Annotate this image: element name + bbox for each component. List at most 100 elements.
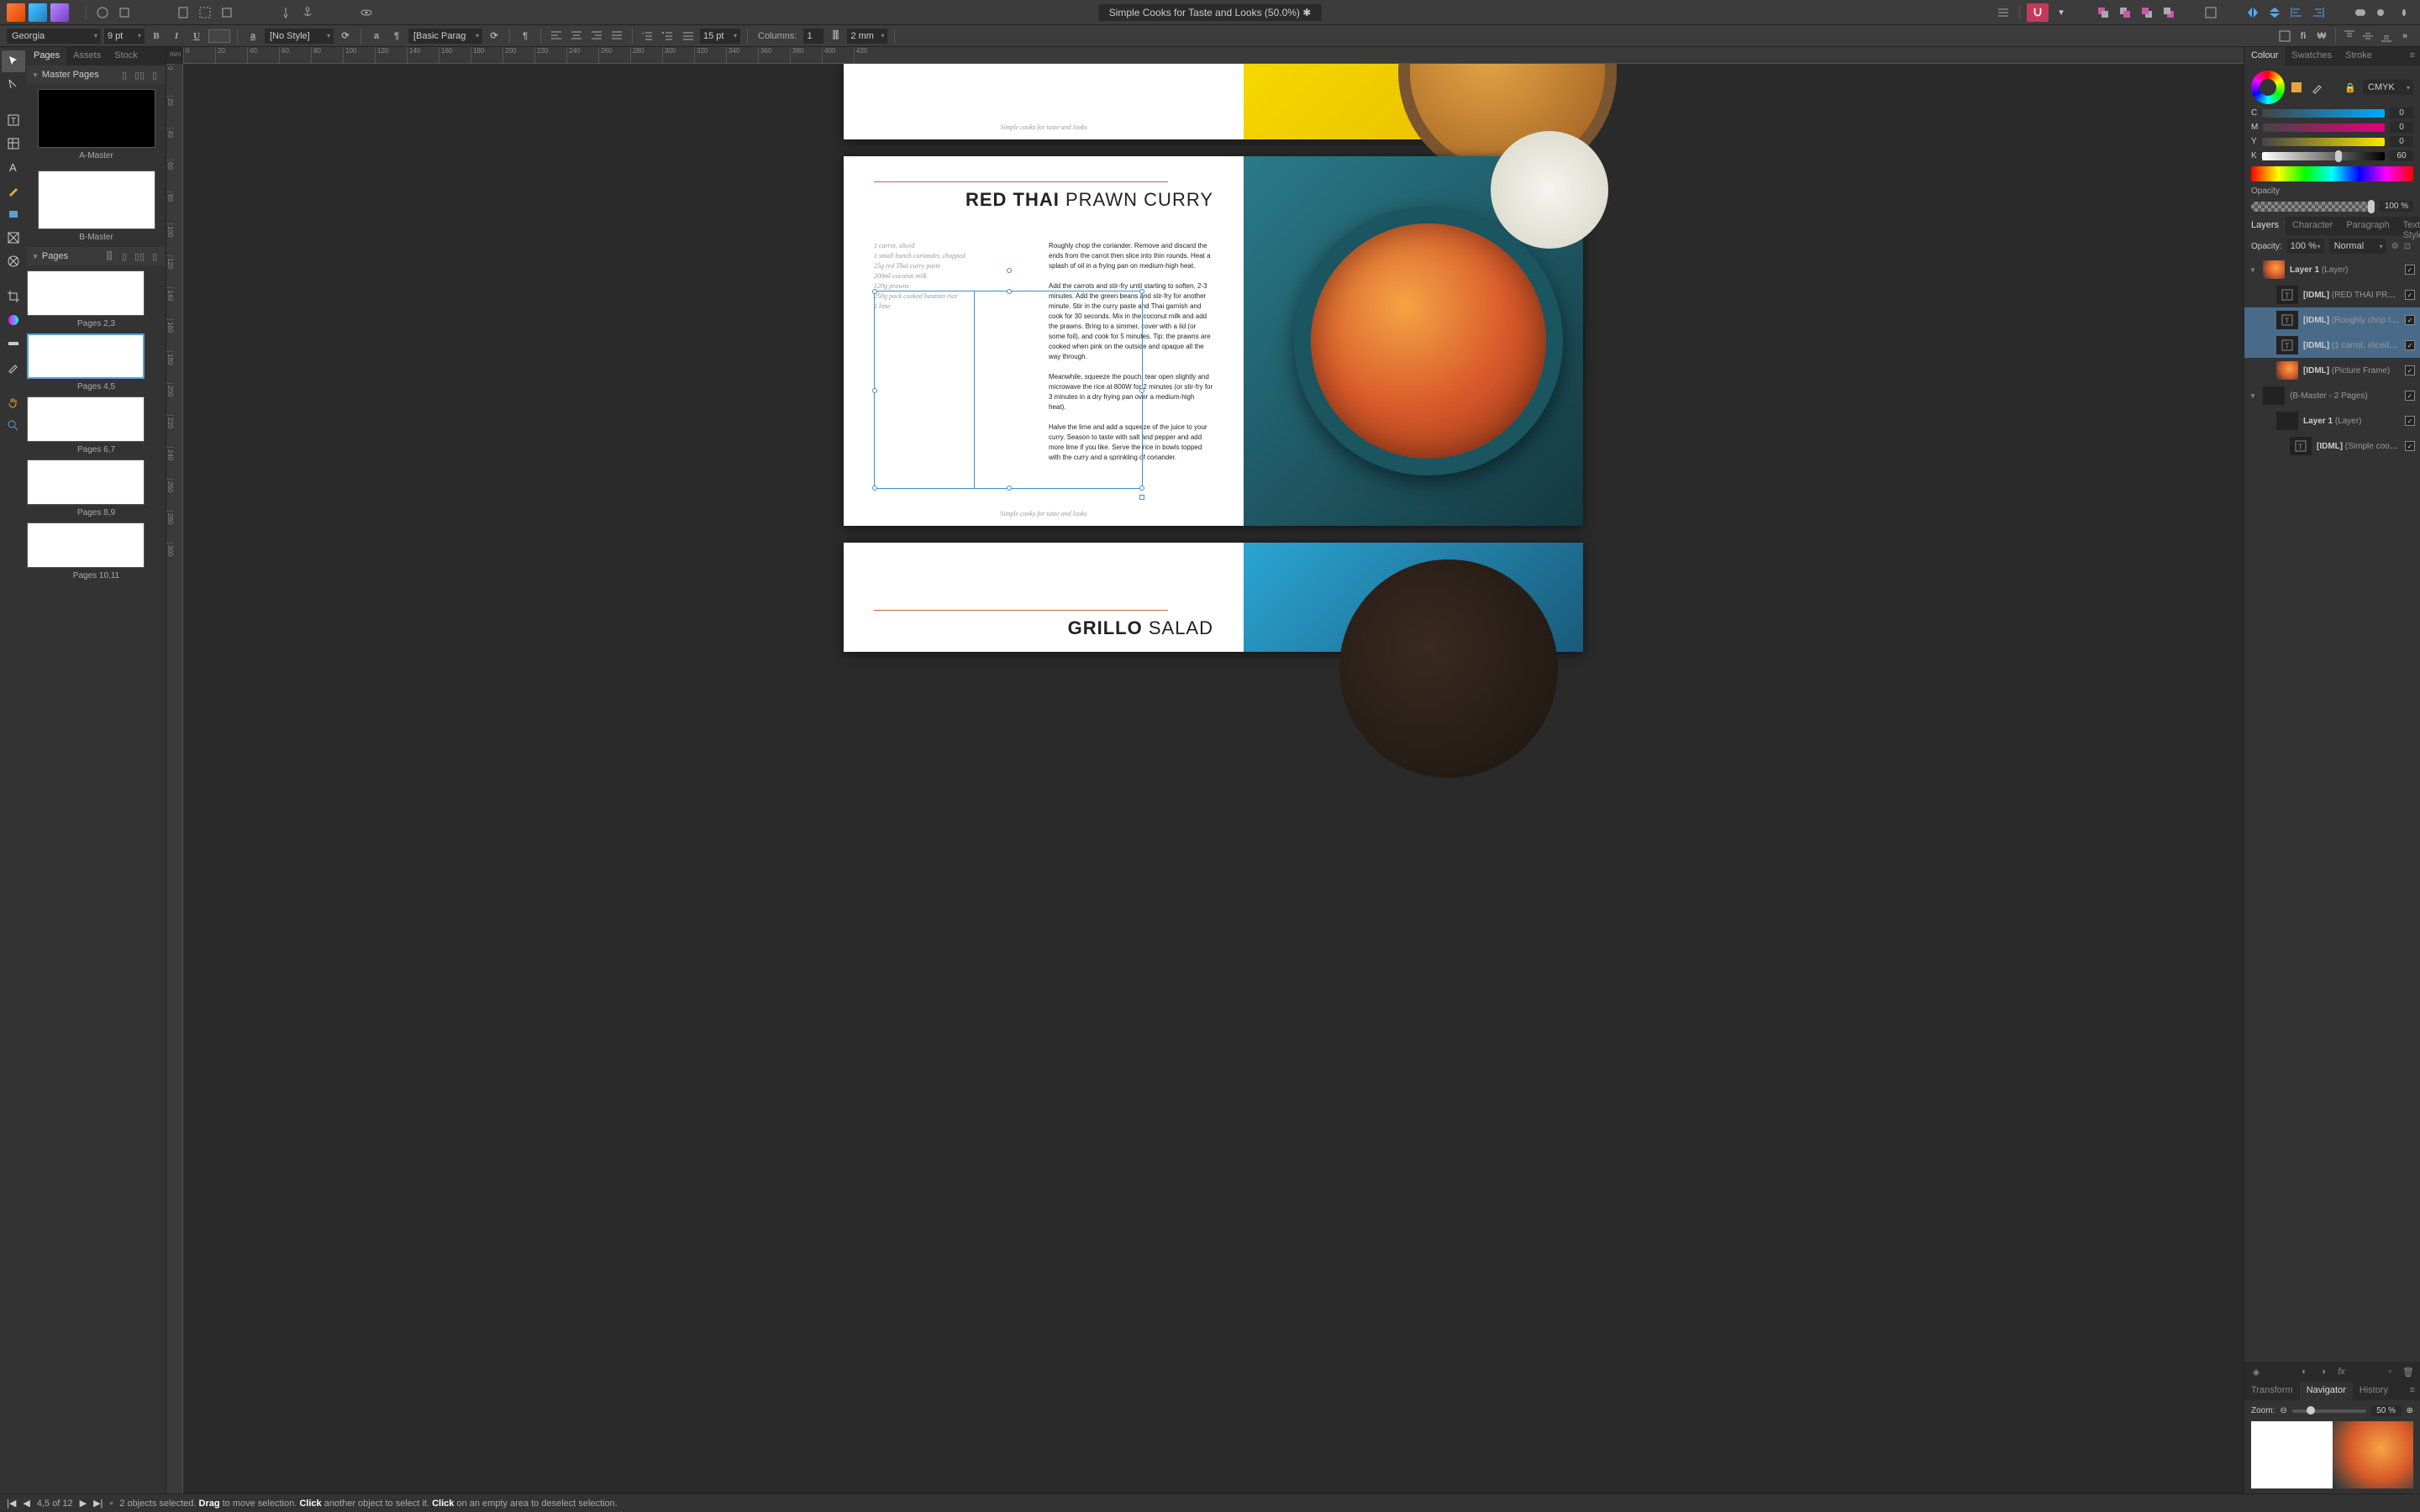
- layer-row[interactable]: ▼ (B-Master - 2 Pages): [2244, 383, 2420, 408]
- text-color-swatch[interactable]: [208, 29, 230, 43]
- align-right-text-icon[interactable]: [588, 28, 605, 45]
- affinity-photo-tab[interactable]: [7, 3, 25, 22]
- method-text[interactable]: Roughly chop the coriander. Remove and d…: [1049, 241, 1213, 463]
- italic-button[interactable]: I: [168, 28, 185, 45]
- lock-icon[interactable]: 🔒: [2344, 82, 2356, 93]
- layer-delete-icon[interactable]: 🗑: [2402, 1365, 2415, 1378]
- list-none-icon[interactable]: [680, 28, 697, 45]
- layer-row[interactable]: T[IDML] (Roughly chop the c: [2244, 307, 2420, 333]
- columns-input[interactable]: [803, 29, 823, 44]
- spectrum-picker[interactable]: [2251, 166, 2413, 181]
- zoom-out-icon[interactable]: ⊖: [2280, 1406, 2286, 1415]
- list-bullet-icon[interactable]: [660, 28, 676, 45]
- arrange-back-icon[interactable]: [2094, 3, 2112, 22]
- layer-row[interactable]: T[IDML] (1 carrot, sliced ¶1 s: [2244, 333, 2420, 358]
- ellipse-frame-tool[interactable]: [2, 250, 25, 272]
- color-picker-tool[interactable]: [2, 356, 25, 378]
- pages-facing-icon[interactable]: ▯▯: [134, 250, 145, 262]
- pages-view-icon[interactable]: ⫿⫿: [103, 250, 115, 262]
- page-thumb-8-9[interactable]: Pages 8,9: [27, 459, 166, 517]
- page-thumb-4-5[interactable]: Pages 4,5: [27, 333, 166, 391]
- yellow-slider[interactable]: [2262, 138, 2385, 146]
- nav-panel-menu-icon[interactable]: ≡: [2405, 1382, 2420, 1400]
- layer-fx2-icon[interactable]: fx: [2335, 1365, 2349, 1378]
- master-a-thumb[interactable]: A-Master: [38, 89, 155, 160]
- stock-tab[interactable]: Stock: [108, 47, 145, 66]
- layer-add-icon[interactable]: ▫: [2383, 1365, 2396, 1378]
- character-tab[interactable]: Character: [2286, 217, 2339, 235]
- spread-6-7[interactable]: GRILLO SALAD: [844, 543, 1583, 652]
- font-family-dropdown[interactable]: Georgia: [7, 29, 101, 44]
- align-left-text-icon[interactable]: [548, 28, 565, 45]
- cyan-slider[interactable]: [2262, 109, 2385, 118]
- show-para-icon[interactable]: ¶: [517, 28, 534, 45]
- canvas[interactable]: mm 0204060801001201401601802002202402602…: [166, 47, 2244, 1494]
- colour-tab[interactable]: Colour: [2244, 47, 2285, 66]
- baseline-grid-icon[interactable]: [1994, 3, 2012, 22]
- spread-2-3[interactable]: Simple cooks for taste and looks: [844, 64, 1583, 139]
- last-page-button[interactable]: ▶|: [93, 1498, 103, 1509]
- navigator-preview[interactable]: [2251, 1421, 2413, 1488]
- preflight-icon[interactable]: ▫: [109, 1499, 113, 1509]
- valign-bottom-icon[interactable]: [2378, 28, 2395, 45]
- master-single-icon[interactable]: ▯: [118, 69, 130, 81]
- layer-settings-icon[interactable]: ⚙: [2391, 242, 2399, 251]
- page-thumb-2-3[interactable]: Pages 2,3: [27, 270, 166, 328]
- layers-tab[interactable]: Layers: [2244, 217, 2286, 235]
- zoom-slider[interactable]: [2292, 1410, 2366, 1413]
- group-icon[interactable]: [2202, 3, 2220, 22]
- master-pages-header[interactable]: ▼ Master Pages ▯ ▯▯ ▯: [27, 66, 166, 84]
- layer-auto-icon[interactable]: ⊡: [2404, 242, 2411, 251]
- frame-fit-icon-3[interactable]: ₩: [2313, 28, 2330, 45]
- layer-row[interactable]: T[IDML] (RED THAI PRAWN C: [2244, 282, 2420, 307]
- transform-tab[interactable]: Transform: [2244, 1382, 2300, 1400]
- navigator-tab[interactable]: Navigator: [2300, 1382, 2353, 1400]
- list-number-icon[interactable]: 1: [639, 28, 656, 45]
- prev-page-button[interactable]: ◀: [23, 1498, 29, 1509]
- section-icon[interactable]: [218, 3, 236, 22]
- pages-tab[interactable]: Pages: [27, 47, 66, 66]
- blend-mode-dropdown[interactable]: Normal: [2329, 239, 2386, 254]
- valign-top-icon[interactable]: [2341, 28, 2358, 45]
- page-thumb-10-11[interactable]: Pages 10,11: [27, 522, 166, 580]
- bold-button[interactable]: B: [148, 28, 165, 45]
- col-width-input[interactable]: [847, 29, 887, 44]
- frame-text-tool[interactable]: T: [2, 109, 25, 131]
- layer-opacity-input[interactable]: [2287, 239, 2324, 254]
- frame-fit-icon-2[interactable]: fi: [2295, 28, 2312, 45]
- overflow-icon[interactable]: »: [2396, 28, 2413, 45]
- char-style-dropdown[interactable]: [No Style]: [265, 29, 334, 44]
- color-mode-dropdown[interactable]: CMYK: [2363, 80, 2413, 95]
- align-left-icon[interactable]: [2287, 3, 2306, 22]
- layer-row[interactable]: Layer 1 (Layer): [2244, 408, 2420, 433]
- swatches-tab[interactable]: Swatches: [2285, 47, 2338, 66]
- ingredients-text[interactable]: 1 carrot, sliced 1 small bunch coriander…: [874, 241, 1039, 463]
- update-char-style-icon[interactable]: ⟳: [337, 28, 354, 45]
- persona-icon-1[interactable]: [93, 3, 112, 22]
- zoom-tool[interactable]: [2, 415, 25, 437]
- artboard-icon[interactable]: [196, 3, 214, 22]
- master-options-icon[interactable]: ▯: [149, 69, 160, 81]
- page-thumb-6-7[interactable]: Pages 6,7: [27, 396, 166, 454]
- text-styles-tab[interactable]: Text Styles: [2396, 217, 2420, 235]
- next-page-button[interactable]: ▶: [80, 1498, 87, 1509]
- align-center-text-icon[interactable]: [568, 28, 585, 45]
- table-tool[interactable]: [2, 133, 25, 155]
- black-slider[interactable]: [2262, 152, 2385, 160]
- bool-subtract-icon[interactable]: [2373, 3, 2391, 22]
- document-icon[interactable]: [174, 3, 192, 22]
- arrange-front-icon[interactable]: [2160, 3, 2178, 22]
- pages-single-icon[interactable]: ▯: [118, 250, 130, 262]
- font-size-input[interactable]: [104, 29, 145, 44]
- flip-v-icon[interactable]: [2265, 3, 2284, 22]
- anchor-icon[interactable]: [298, 3, 317, 22]
- master-facing-icon[interactable]: ▯▯: [134, 69, 145, 81]
- eyedropper-icon[interactable]: [2308, 78, 2327, 97]
- snapping-button[interactable]: [2027, 3, 2049, 22]
- preview-icon[interactable]: [357, 3, 376, 22]
- align-right-icon[interactable]: [2309, 3, 2328, 22]
- affinity-designer-tab[interactable]: [29, 3, 47, 22]
- underline-button[interactable]: U: [188, 28, 205, 45]
- paragraph-tab[interactable]: Paragraph: [2339, 217, 2396, 235]
- stroke-tab[interactable]: Stroke: [2338, 47, 2379, 66]
